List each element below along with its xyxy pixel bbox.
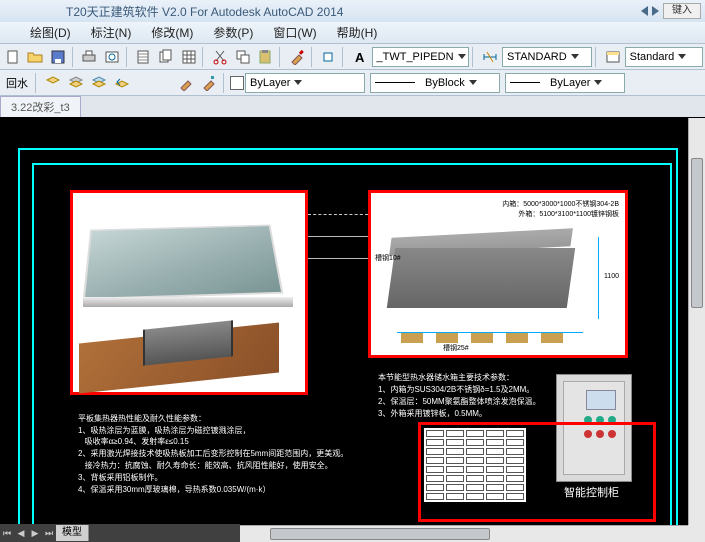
spec-table [424,428,526,502]
caret-icon [571,54,579,59]
caret-icon [469,80,477,85]
panel-spec-5: 4、保温采用30mm厚玻璃棉，导热系数0.035W/(m·k） [78,484,270,495]
matchprop-icon[interactable] [286,46,308,68]
tank-spec-head: 本节能型热水器储水箱主要技术参数： [378,372,514,383]
file-tab[interactable]: 3.22改彩_t3 [0,96,81,117]
copy-icon[interactable] [232,46,254,68]
tab-prev-icon[interactable]: ◀ [14,526,28,540]
layout-tab-strip: ⏮ ◀ ▶ ⏭ 模型 [0,524,240,542]
tablestyle-dropdown[interactable]: Standard [625,47,703,67]
svg-text:A: A [355,50,365,65]
caret-icon [594,80,602,85]
sheet-icon[interactable] [133,46,155,68]
vertical-scrollbar[interactable] [688,118,705,525]
linetype-dropdown[interactable]: ByLayer [245,73,365,93]
panel-spec-head: 平板集热器热性能及耐久性能参数： [78,413,206,424]
layeroff-icon[interactable] [65,72,87,94]
panel-spec-1: 1、吸热涂层为蓝膜，吸热涂层为磁控镀溅涂层， 吸收率α≥0.94、发射率ε≤0.… [78,425,250,447]
caret-icon [294,80,302,85]
menu-draw[interactable]: 绘图(D) [20,24,81,41]
plotstyle-dropdown[interactable]: ByLayer [505,73,625,93]
panel-spec-3: 接冷热力：抗腐蚀、耐久寿命长：能效高、抗风阻性能好，使用安全。 [78,460,333,471]
paste-icon[interactable] [254,46,276,68]
horizontal-scrollbar[interactable] [240,525,688,542]
tab-first-icon[interactable]: ⏮ [0,526,14,540]
panel-spec-4: 3、背板采用铝板制作。 [78,472,162,483]
menu-annotate[interactable]: 标注(N) [81,24,142,41]
textstyle-dropdown[interactable]: _TWT_PIPEDN [372,47,470,67]
connector-line [308,214,368,215]
toolbar-1: A _TWT_PIPEDN STANDARD Standard [0,44,705,70]
tablestyle-icon[interactable] [602,46,624,68]
tank-spec-1: 1、内箱为SUS304/2B不锈钢δ=1.5及2MM。 [378,384,534,395]
tank-angle-annot: 槽钢25# [443,343,469,353]
linetype-value: ByLayer [250,77,290,89]
tab-next-icon[interactable]: ▶ [28,526,42,540]
dimstyle-dropdown[interactable]: STANDARD [502,47,592,67]
table-icon[interactable] [178,46,200,68]
nav-prev-icon[interactable] [641,6,648,16]
tank-outer-annot: 外箱：5100*3100*1100镀锌钢板 [518,209,619,219]
open-icon[interactable] [25,46,47,68]
toolbar-2: 回水 ByLayer ByBlock ByLayer [0,70,705,96]
tank-spec-2: 2、保温层：50MM聚氨酯整体喷涂发泡保温。 [378,396,541,407]
menu-modify[interactable]: 修改(M) [141,24,203,41]
lw-preview-icon [375,82,415,83]
brush-icon[interactable] [175,72,197,94]
layeriso-icon[interactable] [42,72,64,94]
connector-line [308,236,368,237]
tank-spec-3: 3、外箱采用镀锌板，0.5MM。 [378,408,487,419]
cut-icon[interactable] [209,46,231,68]
title-bar: T20天正建筑软件 V2.0 For Autodesk AutoCAD 2014… [0,0,705,22]
layermatch-icon[interactable] [88,72,110,94]
sheetset-icon[interactable] [155,46,177,68]
layout-tab-model[interactable]: 模型 [56,525,89,541]
panel-spec-2: 2、采用激光焊接技术使吸热板加工后变形控制在5mm间距范围内，更美观。 [78,448,348,459]
drawing-canvas[interactable]: 内箱：5000*3000*1000不锈钢304-2B 外箱：5100*3100*… [0,118,705,542]
dimstyle-value: STANDARD [507,51,567,63]
menu-params[interactable]: 参数(P) [203,24,263,41]
color-swatch[interactable] [230,76,244,90]
lineweight-value: ByBlock [425,77,465,89]
app-title: T20天正建筑软件 V2.0 For Autodesk AutoCAD 2014 [66,3,343,20]
menu-help[interactable]: 帮助(H) [327,24,388,41]
scroll-corner [688,525,705,542]
solar-panel-figure [70,190,308,395]
brush2-icon[interactable] [198,72,220,94]
search-hint-box[interactable]: 键入 [663,3,701,19]
block-icon[interactable] [317,46,339,68]
tablestyle-value: Standard [630,51,675,63]
tank-h-annot: 1100 [604,273,619,280]
preview-icon[interactable] [101,46,123,68]
textstyle-value: _TWT_PIPEDN [377,51,454,63]
save-icon[interactable] [47,46,69,68]
dim-icon[interactable] [479,46,501,68]
water-tank-figure: 内箱：5000*3000*1000不锈钢304-2B 外箱：5100*3100*… [368,190,628,358]
plot-icon[interactable] [79,46,101,68]
menu-bar: 绘图(D) 标注(N) 修改(M) 参数(P) 窗口(W) 帮助(H) [0,22,705,44]
caret-icon [678,54,686,59]
left-pipe-label: 回水 [2,75,32,91]
menu-window[interactable]: 窗口(W) [263,24,326,41]
text-icon[interactable]: A [349,46,371,68]
connector-line [308,258,368,259]
ps-preview-icon [510,82,540,83]
lineweight-dropdown[interactable]: ByBlock [370,73,500,93]
plotstyle-value: ByLayer [550,77,590,89]
caret-icon [458,54,466,59]
new-icon[interactable] [2,46,24,68]
layerprev-icon[interactable] [111,72,133,94]
tank-inner-annot: 内箱：5000*3000*1000不锈钢304-2B [502,199,619,209]
tab-last-icon[interactable]: ⏭ [42,526,56,540]
file-tab-row: 3.22改彩_t3 [0,96,705,118]
tank-channel-annot: 槽钢10# [375,253,401,263]
nav-next-icon[interactable] [652,6,659,16]
